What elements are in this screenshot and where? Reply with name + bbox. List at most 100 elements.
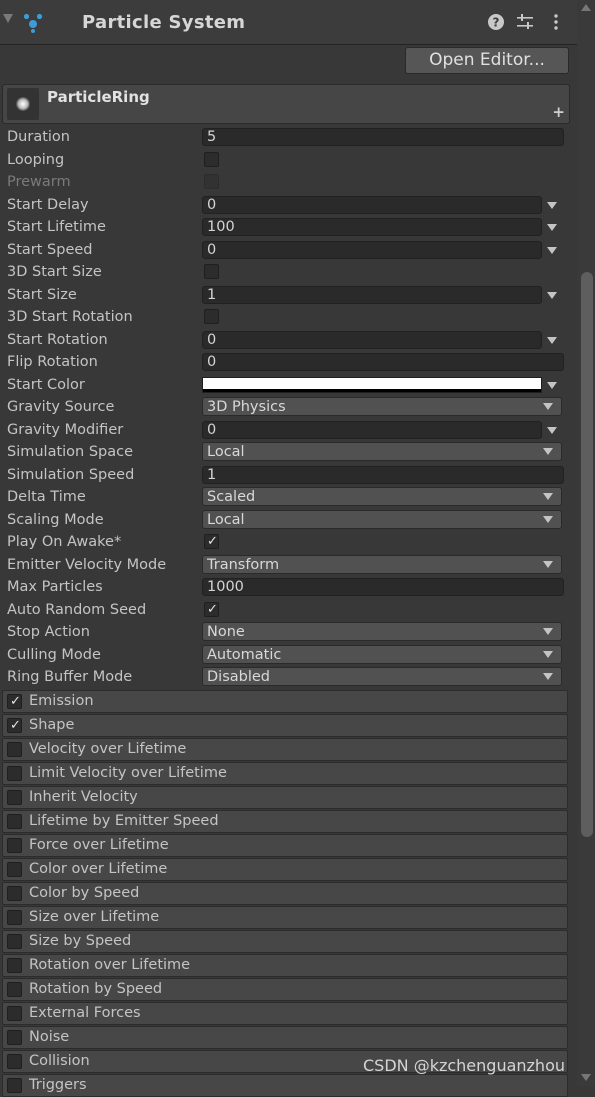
gravity-source-dropdown[interactable]: 3D Physics — [202, 397, 562, 416]
module-size-over-lifetime[interactable]: Size over Lifetime — [2, 906, 568, 929]
scroll-up-arrow-icon[interactable] — [581, 4, 591, 11]
module-enable-checkbox[interactable] — [7, 934, 22, 949]
property-label: Start Delay — [7, 196, 89, 213]
simulation-space-dropdown[interactable]: Local — [202, 442, 562, 461]
dropdown-arrow-icon[interactable] — [547, 201, 557, 209]
module-enable-checkbox[interactable] — [7, 814, 22, 829]
ring-buffer-mode-dropdown[interactable]: Disabled — [202, 667, 562, 686]
property-row-stop-action: Stop Action None — [0, 621, 577, 643]
start-speed-field[interactable]: 0 — [202, 240, 542, 259]
module-force-over-lifetime[interactable]: Force over Lifetime — [2, 834, 568, 857]
start-size-field[interactable]: 1 — [202, 285, 542, 304]
module-velocity-over-lifetime[interactable]: Velocity over Lifetime — [2, 738, 568, 761]
dropdown-arrow-icon[interactable] — [547, 381, 557, 389]
dropdown-value: 3D Physics — [207, 399, 286, 415]
module-rotation-by-speed[interactable]: Rotation by Speed — [2, 978, 568, 1001]
scroll-down-arrow-icon[interactable] — [581, 1074, 591, 1081]
dropdown-arrow-icon[interactable] — [547, 426, 557, 434]
module-enable-checkbox[interactable] — [7, 1006, 22, 1021]
property-row-duration: Duration 5 — [0, 126, 577, 148]
property-row-flip-rotation: Flip Rotation 0 — [0, 351, 577, 373]
max-particles-field[interactable]: 1000 — [202, 578, 564, 596]
delta-time-dropdown[interactable]: Scaled — [202, 487, 562, 506]
dropdown-arrow-icon[interactable] — [547, 246, 557, 254]
property-label: Max Particles — [7, 579, 103, 595]
dropdown-value: Automatic — [207, 646, 282, 663]
duration-field[interactable]: 5 — [202, 128, 564, 146]
particle-system-icon — [23, 13, 43, 33]
flip-rotation-field[interactable]: 0 — [202, 353, 564, 371]
chevron-down-icon — [543, 628, 553, 635]
dropdown-arrow-icon[interactable] — [547, 336, 557, 344]
kebab-menu-icon[interactable] — [547, 13, 565, 31]
property-label: Simulation Speed — [7, 466, 135, 483]
chevron-down-icon — [543, 560, 553, 568]
module-label: Lifetime by Emitter Speed — [29, 813, 219, 829]
module-enable-checkbox[interactable] — [7, 958, 22, 973]
plus-icon[interactable]: + — [552, 103, 565, 121]
foldout-arrow-icon[interactable] — [3, 14, 13, 23]
scaling-mode-dropdown[interactable]: Local — [202, 509, 562, 529]
dropdown-value: Local — [207, 511, 245, 528]
3d-start-rotation-checkbox[interactable] — [204, 309, 219, 324]
module-enable-checkbox[interactable]: ✓ — [7, 718, 22, 733]
module-enable-checkbox[interactable] — [7, 982, 22, 997]
module-enable-checkbox[interactable] — [7, 1054, 22, 1069]
property-label: Gravity Source — [7, 399, 115, 415]
module-enable-checkbox[interactable] — [7, 1030, 22, 1045]
chevron-down-icon — [543, 403, 553, 410]
module-limit-velocity-over-lifetime[interactable]: Limit Velocity over Lifetime — [2, 762, 568, 785]
component-title: Particle System — [82, 12, 246, 33]
property-label: Start Speed — [7, 241, 93, 258]
module-enable-checkbox[interactable] — [7, 862, 22, 877]
start-rotation-field[interactable]: 0 — [202, 330, 542, 349]
module-enable-checkbox[interactable] — [7, 886, 22, 901]
module-label: Rotation by Speed — [29, 981, 163, 997]
checkmark-icon: ✓ — [207, 601, 218, 617]
particle-system-main-module[interactable]: ParticleRing + — [2, 84, 570, 124]
module-rotation-over-lifetime[interactable]: Rotation over Lifetime — [2, 954, 568, 977]
emitter-velocity-mode-dropdown[interactable]: Transform — [202, 554, 562, 574]
gravity-modifier-field[interactable]: 0 — [202, 420, 542, 439]
module-enable-checkbox[interactable] — [7, 742, 22, 757]
checkmark-icon: ✓ — [10, 718, 21, 733]
property-label: Play On Awake* — [7, 534, 122, 550]
start-color-swatch[interactable] — [202, 376, 542, 393]
component-header: Particle System ? — [0, 0, 577, 45]
module-color-over-lifetime[interactable]: Color over Lifetime — [2, 858, 568, 881]
stop-action-dropdown[interactable]: None — [202, 622, 562, 641]
property-label: Prewarm — [7, 174, 71, 190]
module-noise[interactable]: Noise — [2, 1026, 568, 1049]
property-label: Culling Mode — [7, 646, 101, 663]
open-editor-button[interactable]: Open Editor... — [405, 47, 569, 74]
start-delay-field[interactable]: 0 — [202, 195, 542, 214]
dropdown-arrow-icon[interactable] — [547, 224, 557, 231]
checkmark-icon: ✓ — [10, 694, 21, 709]
looping-checkbox[interactable] — [204, 151, 219, 167]
scrollbar-thumb[interactable] — [581, 272, 593, 837]
presets-icon[interactable] — [516, 13, 534, 31]
module-enable-checkbox[interactable] — [7, 838, 22, 853]
3d-start-size-checkbox[interactable] — [204, 264, 219, 279]
module-enable-checkbox[interactable] — [7, 766, 22, 781]
start-lifetime-field[interactable]: 100 — [202, 218, 542, 236]
module-size-by-speed[interactable]: Size by Speed — [2, 930, 568, 953]
simulation-speed-field[interactable]: 1 — [202, 465, 564, 484]
chevron-down-icon — [543, 515, 553, 523]
help-icon[interactable]: ? — [487, 13, 505, 31]
module-external-forces[interactable]: External Forces — [2, 1002, 568, 1025]
culling-mode-dropdown[interactable]: Automatic — [202, 644, 562, 664]
property-row-gravity-modifier: Gravity Modifier 0 — [0, 419, 577, 441]
auto-random-seed-checkbox[interactable]: ✓ — [204, 601, 219, 617]
module-shape[interactable]: ✓ Shape — [2, 714, 568, 737]
module-emission[interactable]: ✓ Emission — [2, 690, 568, 713]
module-inherit-velocity[interactable]: Inherit Velocity — [2, 786, 568, 809]
module-lifetime-by-emitter-speed[interactable]: Lifetime by Emitter Speed — [2, 810, 568, 833]
module-color-by-speed[interactable]: Color by Speed — [2, 882, 568, 905]
property-label: 3D Start Rotation — [7, 309, 133, 325]
module-enable-checkbox[interactable] — [7, 790, 22, 805]
module-enable-checkbox[interactable] — [7, 910, 22, 925]
play-on-awake-checkbox[interactable]: ✓ — [204, 534, 219, 549]
dropdown-arrow-icon[interactable] — [547, 291, 557, 299]
module-enable-checkbox[interactable]: ✓ — [7, 694, 22, 709]
